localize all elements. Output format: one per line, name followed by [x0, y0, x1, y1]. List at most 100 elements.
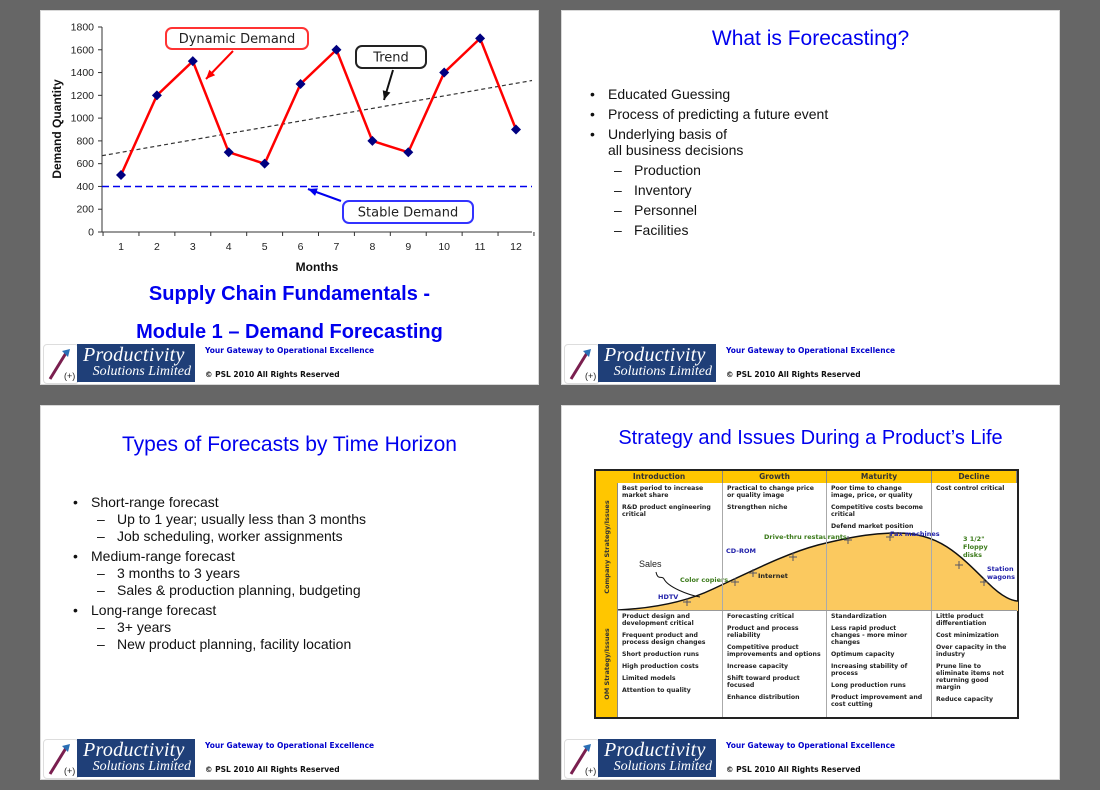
bullet-item: Production: [588, 162, 828, 178]
slide-4-product-life-cycle[interactable]: Strategy and Issues During a Product’s L…: [561, 405, 1060, 780]
x-axis-label: Months: [296, 260, 339, 274]
bullet-item: Medium-range forecast: [71, 548, 366, 564]
logo-arrow-icon: (+): [43, 739, 79, 779]
y-tick-label: 400: [76, 181, 94, 193]
x-tick-label: 4: [226, 241, 232, 253]
slide-1-demand-chart[interactable]: 0 200 400 600 800 1000 1200 1400 1600 1800 1 2 3 4 5 6 7…: [40, 10, 539, 385]
y-tick-label: 200: [76, 204, 94, 216]
bullet-item: 3 months to 3 years: [71, 565, 366, 581]
cell-item: Cost control critical: [936, 485, 1005, 492]
slide-2-what-is-forecasting[interactable]: What is Forecasting? Educated Guessing Pr…: [561, 10, 1060, 385]
logo-arrow-icon: (+): [43, 344, 79, 384]
y-tick-label: 1600: [71, 44, 95, 56]
om-cell-growth: Forecasting critical Product and process …: [723, 611, 827, 717]
slide-footer: (+) Productivity Solutions Limited Your …: [562, 340, 1059, 384]
data-point: [511, 124, 521, 135]
logo-line2: Solutions Limited: [92, 759, 191, 774]
company-logo: Productivity Solutions Limited: [77, 344, 195, 382]
cell-item: Long production runs: [831, 682, 906, 689]
cell-item: Best period to increase market share: [622, 485, 704, 499]
y-tick-label: 1200: [71, 90, 95, 102]
slide-footer: (+) Productivity Solutions Limited Your …: [562, 735, 1059, 779]
cell-item: Reduce capacity: [936, 696, 994, 703]
y-tick-label: 600: [76, 158, 94, 170]
bullet-item: Educated Guessing: [588, 86, 828, 102]
cell-item: Competitive product improvements and opt…: [727, 644, 821, 658]
bullet-item: Job scheduling, worker assignments: [71, 528, 366, 544]
bullet-item: Long-range forecast: [71, 602, 366, 618]
phase-header-maturity: Maturity: [827, 471, 932, 483]
cell-item: Prune line to eliminate items not return…: [936, 663, 1005, 691]
side-label-om: OM Strategy/Issues: [596, 611, 618, 717]
slide-1-title-line1: Supply Chain Fundamentals -: [148, 283, 431, 305]
cell-item: Product improvement and cost cutting: [831, 694, 923, 708]
cell-item: Attention to quality: [622, 687, 691, 694]
slide-4-title: Strategy and Issues During a Product’s L…: [618, 427, 1003, 449]
cell-item: Optimum capacity: [831, 651, 895, 658]
x-tick-label: 3: [190, 241, 196, 253]
bullet-item: 3+ years: [71, 619, 366, 635]
phase-header-growth: Growth: [723, 471, 827, 483]
cell-item: Practical to change price or quality ima…: [727, 485, 814, 499]
company-cell-decline: Cost control critical: [932, 483, 1017, 611]
cell-item: Limited models: [622, 675, 676, 682]
dynamic-demand-callout-label: Dynamic Demand: [179, 32, 296, 47]
company-cell-introduction: Best period to increase market share R&D …: [618, 483, 723, 611]
dynamic-demand-line: [119, 36, 518, 176]
x-tick-label: 8: [369, 241, 375, 253]
bullet-item: Process of predicting a future event: [588, 106, 828, 122]
slide-3-title: Types of Forecasts by Time Horizon: [122, 433, 457, 456]
trend-callout-arrowhead: [382, 90, 391, 100]
tagline: Your Gateway to Operational Excellence: [726, 741, 896, 750]
copyright: © PSL 2010 All Rights Reserved: [726, 370, 861, 379]
logo-line2: Solutions Limited: [613, 759, 712, 774]
cell-item: Shift toward product focused: [727, 675, 800, 689]
cell-item: Less rapid product changes - more minor …: [831, 625, 908, 646]
bullet-item: Up to 1 year; usually less than 3 months: [71, 511, 366, 527]
cell-item: Strengthen niche: [727, 504, 788, 511]
cell-item: Defend market position: [831, 523, 914, 530]
svg-text:(+): (+): [64, 371, 75, 381]
company-cell-growth: Practical to change price or quality ima…: [723, 483, 827, 611]
svg-text:(+): (+): [585, 371, 596, 381]
tagline: Your Gateway to Operational Excellence: [205, 346, 375, 355]
bullet-item: Underlying basis of: [588, 126, 828, 142]
bullet-item: Sales & production planning, budgeting: [71, 582, 366, 598]
slide-3-bullets: Short-range forecastUp to 1 year; usuall…: [71, 494, 366, 652]
cell-item: Over capacity in the industry: [936, 644, 1007, 658]
x-tick-label: 10: [438, 241, 450, 253]
logo-arrow-icon: (+): [564, 739, 600, 779]
copyright: © PSL 2010 All Rights Reserved: [726, 765, 861, 774]
cell-item: Product and process reliability: [727, 625, 799, 639]
x-tick-label: 12: [510, 241, 522, 253]
y-tick-label: 1400: [71, 67, 95, 79]
cell-item: Increase capacity: [727, 663, 789, 670]
cell-item: Short production runs: [622, 651, 699, 658]
section-divider: [618, 610, 1017, 611]
cell-item: Frequent product and process design chan…: [622, 632, 706, 646]
cell-item: Increasing stability of process: [831, 663, 908, 677]
slide-3-forecast-time-horizon[interactable]: Types of Forecasts by Time Horizon Short…: [40, 405, 539, 780]
copyright: © PSL 2010 All Rights Reserved: [205, 765, 340, 774]
company-cell-maturity: Poor time to change image, price, or qua…: [827, 483, 932, 611]
x-tick-label: 11: [475, 241, 486, 253]
x-tick-label: 6: [298, 241, 304, 253]
cell-item: Forecasting critical: [727, 613, 794, 620]
y-tick-label: 1000: [71, 113, 95, 125]
x-tick-label: 1: [118, 241, 124, 253]
slide-2-title: What is Forecasting?: [711, 27, 910, 50]
x-tick-label: 5: [262, 241, 268, 253]
tagline: Your Gateway to Operational Excellence: [205, 741, 375, 750]
product-life-cycle-table: Company Strategy/Issues OM Strategy/Issu…: [594, 469, 1019, 719]
bullet-item: all business decisions: [608, 142, 744, 158]
bullet-item: Short-range forecast: [71, 494, 366, 510]
data-point: [223, 147, 234, 158]
x-tick-label: 2: [154, 241, 160, 253]
om-cell-introduction: Product design and development critical F…: [618, 611, 723, 717]
data-point: [259, 158, 270, 169]
om-cell-decline: Little product differentiation Cost minim…: [932, 611, 1017, 717]
side-label-company: Company Strategy/Issues: [596, 483, 618, 611]
logo-arrow-icon: (+): [564, 344, 600, 384]
cell-item: Poor time to change image, price, or qua…: [831, 485, 913, 499]
company-logo: Productivity Solutions Limited: [598, 739, 716, 777]
